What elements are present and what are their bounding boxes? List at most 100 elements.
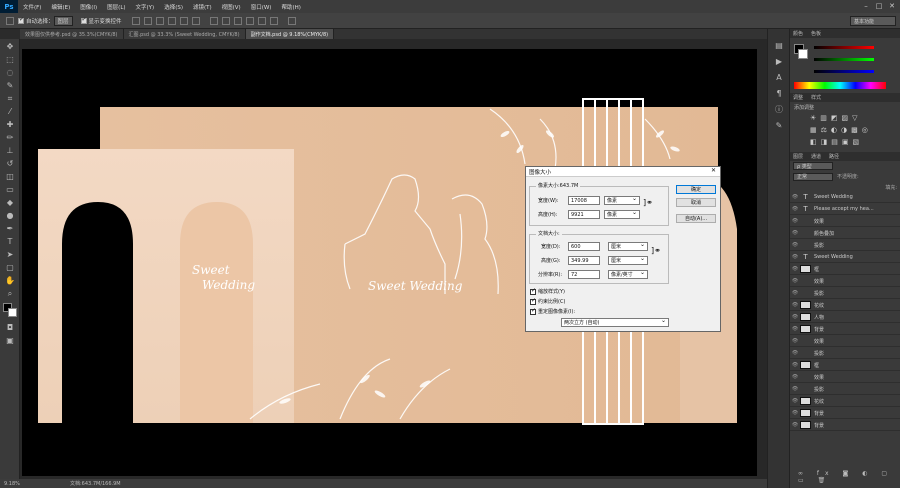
- healing-tool-icon[interactable]: ✚: [5, 120, 15, 130]
- visibility-eye-icon[interactable]: 👁: [790, 278, 800, 284]
- layer-row[interactable]: 👁 投影: [790, 288, 900, 299]
- visibility-eye-icon[interactable]: 👁: [790, 314, 800, 320]
- tab-adjustments[interactable]: 调整: [793, 94, 803, 101]
- pen-tool-icon[interactable]: ✒: [5, 224, 15, 234]
- menu-item[interactable]: 文件(F): [18, 3, 46, 11]
- resolution-unit-select[interactable]: 像素/英寸: [608, 269, 648, 279]
- align-right-icon[interactable]: [191, 16, 200, 25]
- layer-row[interactable]: 👁 颜色叠加: [790, 228, 900, 239]
- layer-footer-icons[interactable]: ∞ fx ◙ ◐ ▢ ▭ 🗑: [798, 470, 900, 484]
- visibility-eye-icon[interactable]: 👁: [790, 302, 800, 308]
- auto-select-dropdown[interactable]: 图层: [53, 15, 73, 26]
- tab-color[interactable]: 颜色: [793, 30, 803, 37]
- layer-row[interactable]: 👁 投影: [790, 240, 900, 251]
- gradient-tool-icon[interactable]: ▭: [5, 185, 15, 195]
- quick-mask-icon[interactable]: ◘: [5, 323, 15, 333]
- ok-button[interactable]: 确定: [676, 185, 716, 194]
- height-unit-select[interactable]: 像素: [604, 209, 640, 219]
- minimize-icon[interactable]: –: [860, 1, 872, 11]
- width-unit-select[interactable]: 像素: [604, 195, 640, 205]
- distribute-left-icon[interactable]: [245, 16, 254, 25]
- adjust-icons-row2[interactable]: ▦⚖◐◑▩◎: [810, 126, 872, 134]
- cancel-button[interactable]: 取消: [676, 198, 716, 207]
- tab-styles[interactable]: 样式: [811, 94, 821, 101]
- doc-width-unit-select[interactable]: 厘米: [608, 241, 648, 251]
- height-input[interactable]: 9921: [568, 210, 600, 219]
- layer-row[interactable]: 👁 投影: [790, 384, 900, 395]
- blur-tool-icon[interactable]: ◆: [5, 198, 15, 208]
- visibility-eye-icon[interactable]: 👁: [790, 254, 800, 260]
- resample-method-select[interactable]: 两次立方 (自动): [561, 317, 669, 327]
- crop-tool-icon[interactable]: ⌗: [5, 94, 15, 104]
- red-slider[interactable]: [814, 46, 874, 49]
- layer-row[interactable]: 👁 T Sweet Wedding: [790, 252, 900, 263]
- zoom-level[interactable]: 9.18%: [0, 481, 30, 487]
- visibility-eye-icon[interactable]: 👁: [790, 350, 800, 356]
- brush-presets-icon[interactable]: ✎: [774, 121, 784, 131]
- layer-row[interactable]: 👁 花纹: [790, 300, 900, 311]
- distribute-center-icon[interactable]: [257, 16, 266, 25]
- layer-row[interactable]: 👁 背景: [790, 420, 900, 431]
- eyedropper-tool-icon[interactable]: ⁄: [5, 107, 15, 117]
- auto-select-checkbox[interactable]: [18, 16, 24, 24]
- visibility-eye-icon[interactable]: 👁: [790, 242, 800, 248]
- visibility-eye-icon[interactable]: 👁: [790, 386, 800, 392]
- visibility-eye-icon[interactable]: 👁: [790, 266, 800, 272]
- doc-height-unit-select[interactable]: 厘米: [608, 255, 648, 265]
- menu-item[interactable]: 文字(Y): [131, 3, 160, 11]
- tab-swatches[interactable]: 色板: [811, 30, 821, 37]
- paragraph-icon[interactable]: ¶: [774, 89, 784, 99]
- dodge-tool-icon[interactable]: ●: [5, 211, 15, 221]
- adjust-icons-row3[interactable]: ◧◨▤▣▧: [810, 138, 863, 146]
- layer-row[interactable]: 👁 花纹: [790, 396, 900, 407]
- menu-item[interactable]: 窗口(W): [246, 3, 277, 11]
- width-input[interactable]: 17008: [568, 196, 600, 205]
- tab-channels[interactable]: 通道: [811, 153, 821, 160]
- visibility-eye-icon[interactable]: 👁: [790, 218, 800, 224]
- menu-item[interactable]: 图层(L): [102, 3, 130, 11]
- layer-row[interactable]: 👁 背景: [790, 324, 900, 335]
- constrain-proportions-checkbox[interactable]: 约束比例(C): [530, 297, 565, 305]
- dialog-close-icon[interactable]: ✕: [711, 167, 716, 174]
- color-spectrum[interactable]: [794, 82, 886, 89]
- menu-item[interactable]: 帮助(H): [276, 3, 305, 11]
- visibility-eye-icon[interactable]: 👁: [790, 362, 800, 368]
- visibility-eye-icon[interactable]: 👁: [790, 206, 800, 212]
- distribute-middle-icon[interactable]: [221, 16, 230, 25]
- tab-doc-3[interactable]: 副作文档.psd @ 9.18%(CMYK/8): [245, 29, 335, 39]
- visibility-eye-icon[interactable]: 👁: [790, 230, 800, 236]
- visibility-eye-icon[interactable]: 👁: [790, 326, 800, 332]
- layer-row[interactable]: 👁 人物: [790, 312, 900, 323]
- align-bottom-icon[interactable]: [155, 16, 164, 25]
- screen-mode-icon[interactable]: ▣: [5, 336, 15, 346]
- green-slider[interactable]: [814, 58, 874, 61]
- visibility-eye-icon[interactable]: 👁: [790, 290, 800, 296]
- blend-mode-dropdown[interactable]: 正常: [793, 172, 833, 181]
- history-icon[interactable]: ▤: [774, 41, 784, 51]
- lasso-tool-icon[interactable]: ◌: [5, 68, 15, 78]
- resolution-input[interactable]: 72: [568, 270, 600, 279]
- tab-layers[interactable]: 图层: [793, 153, 803, 160]
- layer-row[interactable]: 👁 背景: [790, 408, 900, 419]
- layer-row[interactable]: 👁 效果: [790, 216, 900, 227]
- doc-width-input[interactable]: 600: [568, 242, 600, 251]
- history-brush-icon[interactable]: ↺: [5, 159, 15, 169]
- blue-slider[interactable]: [814, 70, 874, 73]
- visibility-eye-icon[interactable]: 👁: [790, 194, 800, 200]
- menu-item[interactable]: 视图(V): [217, 3, 246, 11]
- layer-row[interactable]: 👁 T Sweet Wedding: [790, 192, 900, 203]
- layer-row[interactable]: 👁 框: [790, 264, 900, 275]
- doc-height-input[interactable]: 349.99: [568, 256, 600, 265]
- move-tool-icon[interactable]: [6, 16, 14, 25]
- workspace-switcher[interactable]: 基本功能: [850, 16, 896, 26]
- resample-checkbox[interactable]: 重定图像像素(I):: [530, 307, 575, 315]
- align-middle-icon[interactable]: [143, 16, 152, 25]
- info-icon[interactable]: ⓘ: [774, 105, 784, 115]
- visibility-eye-icon[interactable]: 👁: [790, 410, 800, 416]
- align-left-icon[interactable]: [167, 16, 176, 25]
- marquee-tool-icon[interactable]: ⬚: [5, 55, 15, 65]
- maximize-icon[interactable]: □: [873, 1, 885, 11]
- close-icon[interactable]: ✕: [886, 1, 898, 11]
- color-swatches[interactable]: [3, 303, 17, 319]
- brush-tool-icon[interactable]: ✏: [5, 133, 15, 143]
